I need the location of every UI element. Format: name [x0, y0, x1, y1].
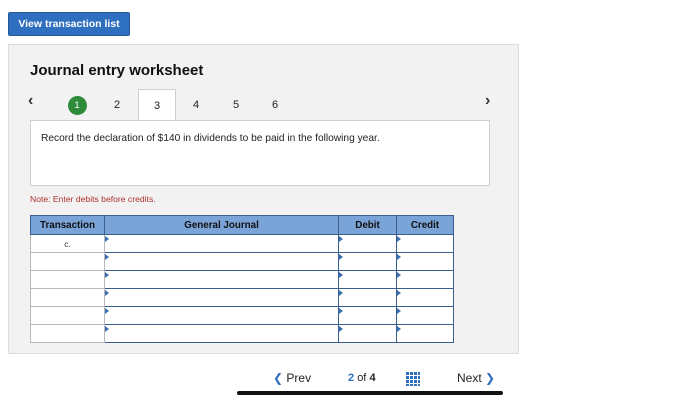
account-input[interactable] [104, 270, 339, 289]
instruction-text: Record the declaration of $140 in divide… [41, 133, 380, 144]
view-transaction-list-button[interactable]: View transaction list [8, 12, 130, 36]
debit-input[interactable] [338, 288, 397, 307]
debit-input[interactable] [338, 234, 397, 253]
table-row [30, 324, 454, 343]
table-row [30, 288, 454, 307]
page-indicator: 2 of 4 [348, 372, 376, 384]
account-input[interactable] [104, 306, 339, 325]
debit-input[interactable] [338, 306, 397, 325]
prev-label: Prev [286, 371, 312, 385]
instruction-box: Record the declaration of $140 in divide… [30, 120, 490, 186]
step-tab-2[interactable]: 2 [101, 89, 133, 121]
page-total: 4 [369, 372, 376, 384]
step-tab-1[interactable]: 1 [61, 89, 93, 121]
credit-input[interactable] [396, 306, 454, 325]
worksheet-title: Journal entry worksheet [30, 62, 204, 79]
transaction-cell: c. [30, 234, 105, 253]
chevron-left-icon: ❮ [273, 371, 284, 385]
transaction-cell [30, 324, 105, 343]
debit-input[interactable] [338, 270, 397, 289]
column-header-general-journal: General Journal [104, 215, 339, 235]
step-tab-label: 4 [192, 99, 200, 111]
next-button[interactable]: Next ❯ [457, 371, 495, 385]
step-tab-label: 5 [232, 99, 240, 111]
step-tab-3[interactable]: 3 [138, 89, 176, 122]
grid-icon[interactable] [406, 372, 420, 386]
page-current: 2 [348, 372, 355, 384]
transaction-cell [30, 252, 105, 271]
credit-input[interactable] [396, 270, 454, 289]
column-header-transaction: Transaction [30, 215, 105, 235]
credit-input[interactable] [396, 288, 454, 307]
prev-button[interactable]: ❮ Prev [273, 371, 311, 385]
step-tab-label: 6 [271, 99, 279, 111]
journal-table: Transaction General Journal Debit Credit… [30, 215, 454, 343]
debit-input[interactable] [338, 324, 397, 343]
transaction-cell [30, 306, 105, 325]
chevron-right-icon: ❯ [485, 371, 496, 385]
step-tab-label: 3 [153, 100, 161, 112]
account-input[interactable] [104, 252, 339, 271]
transaction-cell [30, 270, 105, 289]
table-row [30, 306, 454, 325]
account-input[interactable] [104, 324, 339, 343]
chevron-right-icon[interactable]: › [485, 92, 490, 110]
account-input[interactable] [104, 288, 339, 307]
transaction-cell [30, 288, 105, 307]
entry-note: Note: Enter debits before credits. [30, 194, 156, 204]
table-row [30, 252, 454, 271]
journal-worksheet-panel: Journal entry worksheet ‹ 1 2 3 4 5 6 › … [8, 44, 519, 354]
column-header-credit: Credit [396, 215, 454, 235]
table-row: c. [30, 234, 454, 253]
step-tab-label: 2 [113, 99, 121, 111]
home-indicator-bar [237, 391, 503, 395]
step-tab-4[interactable]: 4 [180, 89, 212, 121]
credit-input[interactable] [396, 234, 454, 253]
next-label: Next [457, 371, 482, 385]
step-tab-5[interactable]: 5 [220, 89, 252, 121]
column-header-debit: Debit [338, 215, 397, 235]
step-tab-6[interactable]: 6 [259, 89, 291, 121]
credit-input[interactable] [396, 324, 454, 343]
step-tab-label: 1 [67, 95, 87, 115]
debit-input[interactable] [338, 252, 397, 271]
footer-nav: ❮ Prev 2 of 4 Next ❯ [0, 355, 700, 402]
chevron-left-icon[interactable]: ‹ [28, 92, 33, 110]
table-row [30, 270, 454, 289]
page-of: of [357, 372, 367, 384]
credit-input[interactable] [396, 252, 454, 271]
account-input[interactable] [104, 234, 339, 253]
